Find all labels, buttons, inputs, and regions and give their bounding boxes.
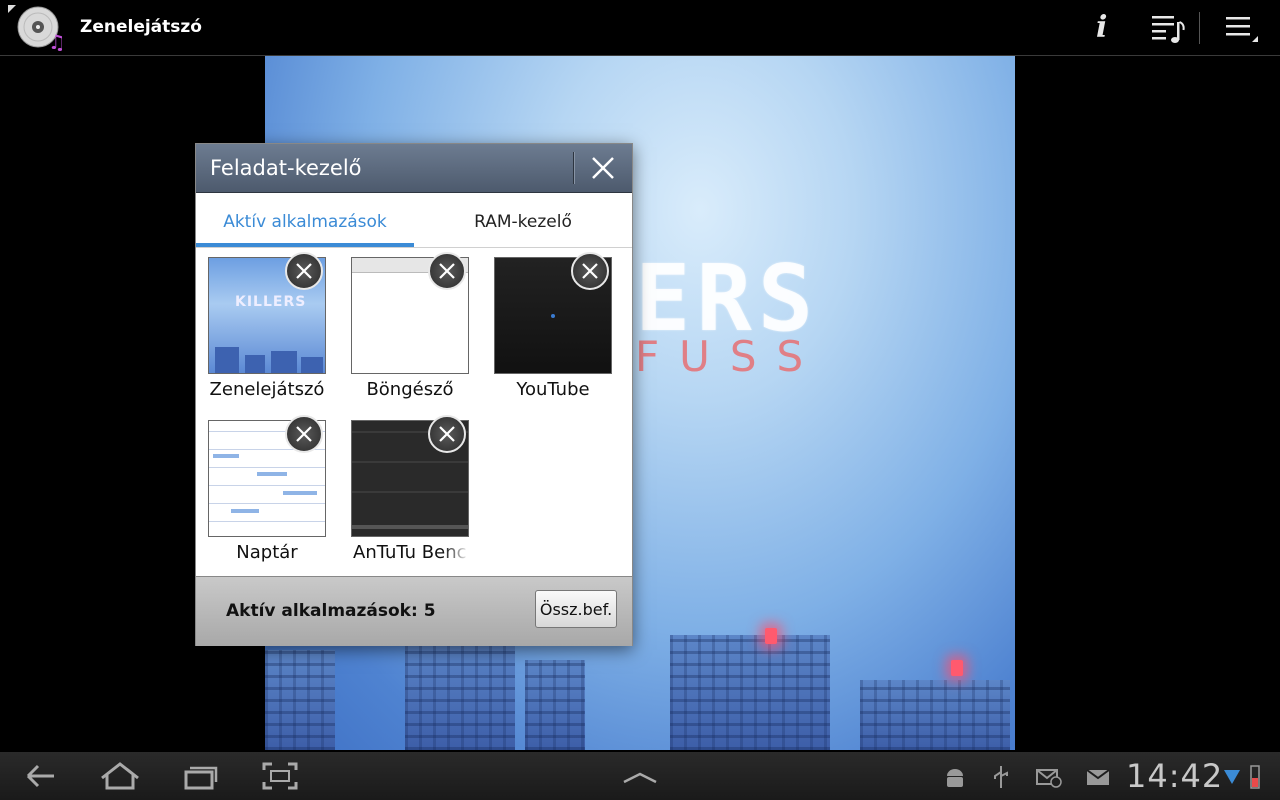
dialog-header: Feladat-kezelő [196, 144, 632, 193]
app-label: YouTube [516, 379, 590, 400]
recent-apps-icon [184, 766, 218, 790]
header-divider [573, 152, 575, 184]
back-icon [26, 764, 54, 788]
tab-active-apps[interactable]: Aktív alkalmazások [196, 193, 414, 247]
app-item-antutu[interactable]: AnTuTu Benc [340, 411, 480, 566]
task-manager-dialog: Feladat-kezelő Aktív alkalmazások RAM-ke… [195, 143, 633, 646]
playlist-icon [1152, 16, 1185, 43]
playlist-button[interactable] [1146, 8, 1190, 48]
active-app-count: Aktív alkalmazások: 5 [226, 601, 436, 621]
close-icon [296, 426, 312, 442]
dialog-title: Feladat-kezelő [210, 156, 362, 180]
neon-sign [951, 660, 963, 676]
music-player-app-icon[interactable]: ♫ [8, 5, 66, 54]
close-icon [439, 263, 455, 279]
home-icon [101, 762, 139, 790]
close-app-button[interactable] [571, 252, 609, 290]
close-icon [296, 263, 312, 279]
app-item-calendar[interactable]: Naptár [197, 411, 337, 566]
close-app-button[interactable] [285, 252, 323, 290]
dialog-footer: Aktív alkalmazások: 5 Össz.bef. [196, 576, 632, 646]
close-app-button[interactable] [428, 415, 466, 453]
tab-ram-manager[interactable]: RAM-kezelő [414, 193, 632, 247]
up-chevron-icon [623, 772, 657, 784]
building [405, 640, 515, 750]
action-bar: ♫ Zenelejátszó i [0, 0, 1280, 56]
app-grid: KILLERS Zenelejátszó Böngésző YouTube Na… [196, 248, 632, 575]
close-icon [439, 426, 455, 442]
building [525, 660, 585, 750]
recent-apps-button[interactable] [176, 758, 224, 794]
close-icon [582, 263, 598, 279]
gmail-icon [1085, 764, 1111, 790]
thumbnail-text: KILLERS [235, 294, 307, 310]
building [860, 680, 1010, 750]
android-debug-icon [942, 764, 968, 790]
action-bar-divider [1199, 12, 1200, 44]
overflow-menu-button[interactable] [1218, 8, 1262, 48]
clock: 14:42 [1126, 757, 1224, 795]
battery-icon [1248, 764, 1262, 790]
system-bar: 14:42 [0, 752, 1280, 800]
building [670, 635, 830, 750]
screenshot-button[interactable] [256, 758, 304, 794]
close-icon [592, 157, 614, 179]
app-label: Böngésző [366, 379, 454, 400]
email-icon [1036, 764, 1062, 790]
end-all-button[interactable]: Össz.bef. [535, 590, 617, 628]
app-item-music-player[interactable]: KILLERS Zenelejátszó [197, 248, 337, 403]
wifi-icon [1222, 764, 1242, 790]
usb-icon [988, 764, 1014, 790]
app-title: Zenelejátszó [80, 17, 202, 37]
neon-sign [765, 628, 777, 644]
close-app-button[interactable] [428, 252, 466, 290]
app-item-youtube[interactable]: YouTube [483, 248, 623, 403]
app-label: Zenelejátszó [209, 379, 325, 400]
back-button[interactable] [16, 758, 64, 794]
home-button[interactable] [96, 758, 144, 794]
close-app-button[interactable] [285, 415, 323, 453]
svg-text:♫: ♫ [48, 30, 62, 51]
building [265, 650, 335, 750]
expand-panel-button[interactable] [616, 758, 664, 794]
info-button[interactable]: i [1082, 8, 1126, 48]
dialog-tabs: Aktív alkalmazások RAM-kezelő [196, 193, 632, 248]
info-icon: i [1096, 10, 1108, 45]
app-label: AnTuTu Benc [353, 542, 467, 563]
screenshot-icon [262, 762, 298, 790]
album-art-album-text: FUSS [635, 332, 824, 381]
dialog-close-button[interactable] [584, 150, 622, 186]
overflow-menu-icon [1226, 17, 1258, 42]
app-item-browser[interactable]: Böngésző [340, 248, 480, 403]
app-label: Naptár [236, 542, 298, 563]
